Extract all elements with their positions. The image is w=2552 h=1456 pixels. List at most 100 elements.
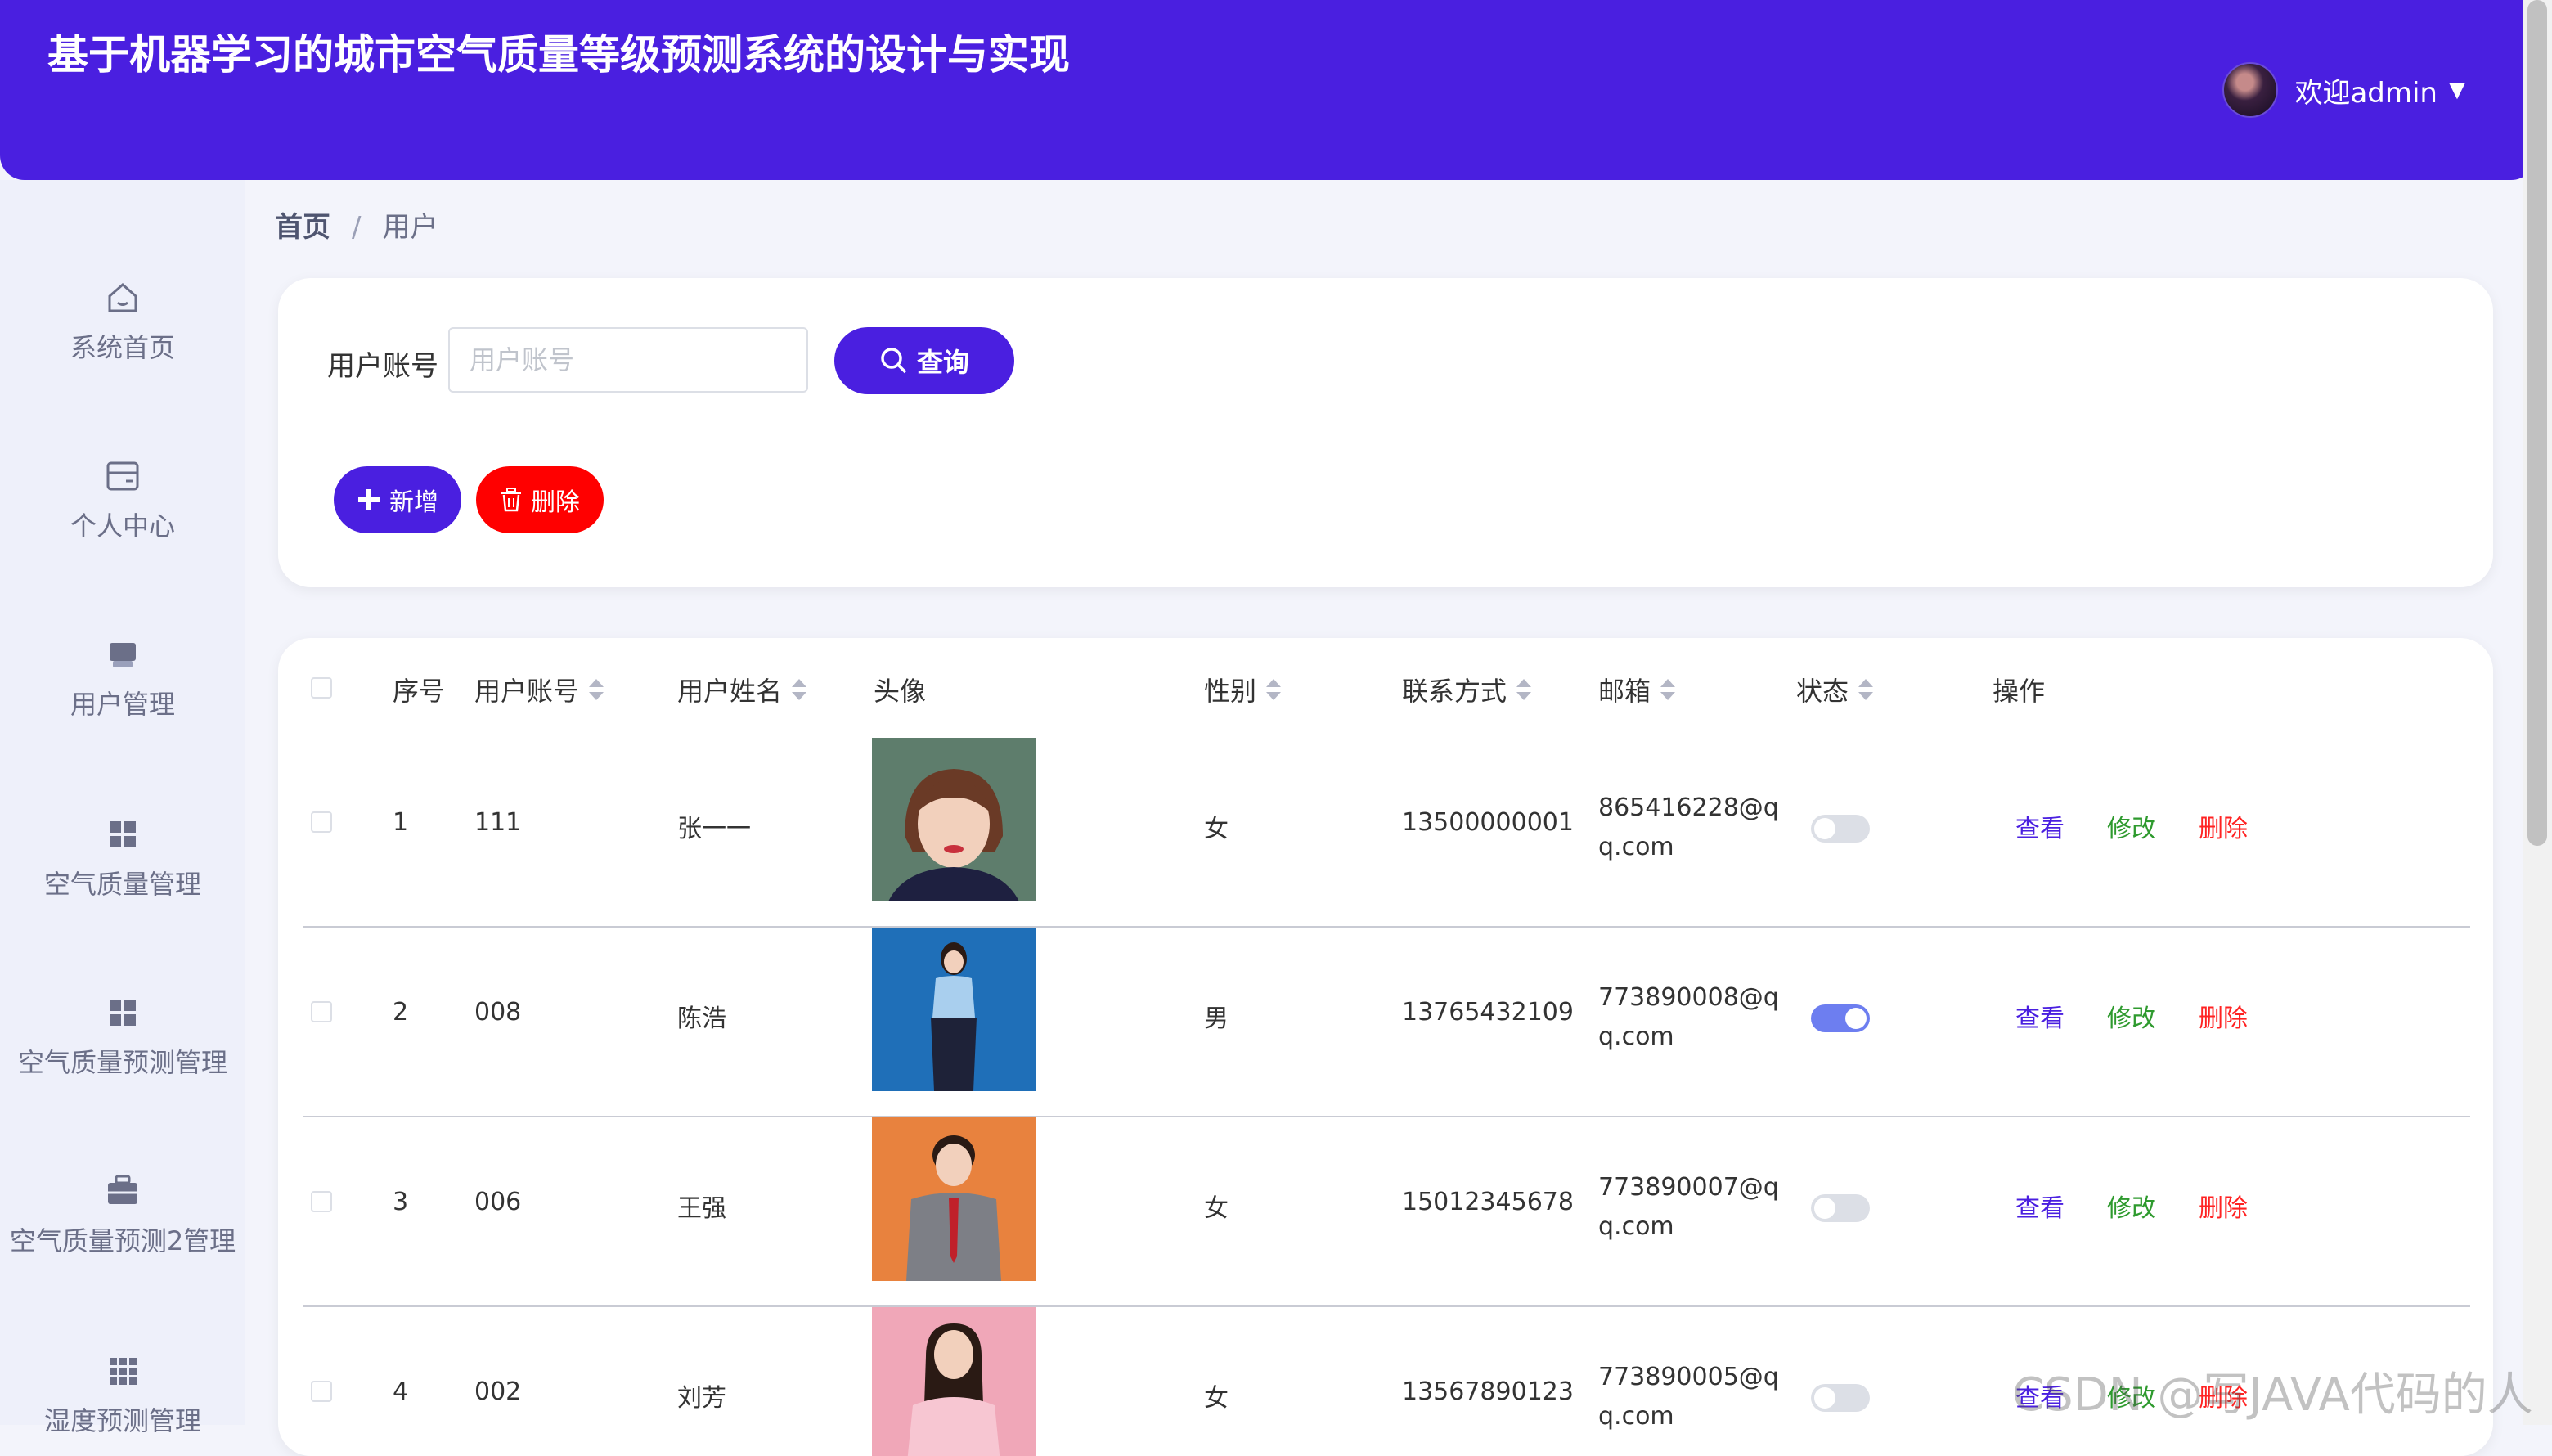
sidebar-item-profile[interactable]: 个人中心 xyxy=(0,456,245,543)
search-icon xyxy=(881,348,907,374)
cell-index: 3 xyxy=(393,1188,409,1216)
cell-gender: 女 xyxy=(1204,815,1229,843)
status-switch[interactable] xyxy=(1811,815,1870,843)
home-icon xyxy=(0,278,245,324)
card-icon xyxy=(0,456,245,502)
cell-name: 王强 xyxy=(677,1194,726,1223)
avatar-image xyxy=(872,738,1036,901)
query-button[interactable]: 查询 xyxy=(834,327,1014,394)
row-checkbox[interactable] xyxy=(311,1191,332,1212)
user-icon xyxy=(0,635,245,681)
breadcrumb-home[interactable]: 首页 xyxy=(275,211,330,244)
user-table: 序号 用户账号 用户姓名 头像 性别 联系方式 邮箱 状态 操作 1 111 张… xyxy=(278,638,2493,1456)
edit-button[interactable]: 修改 xyxy=(2107,808,2156,844)
add-button[interactable]: 新增 xyxy=(334,466,461,533)
breadcrumb-separator: / xyxy=(352,211,362,244)
cell-index: 1 xyxy=(393,808,409,837)
status-switch[interactable] xyxy=(1811,1004,1870,1032)
cell-phone: 15012345678 xyxy=(1402,1188,1574,1216)
sidebar-item-humidity-prediction[interactable]: 湿度预测管理 xyxy=(0,1351,245,1438)
search-label: 用户账号 xyxy=(327,350,438,383)
column-header-account[interactable]: 用户账号 xyxy=(474,671,604,708)
caret-down-icon: ▼ xyxy=(2449,78,2465,102)
cell-gender: 女 xyxy=(1204,1384,1229,1413)
cell-account: 002 xyxy=(474,1377,522,1406)
search-panel: 用户账号 查询 新增 删除 xyxy=(278,278,2493,587)
avatar-image xyxy=(872,1117,1036,1281)
sidebar-item-users[interactable]: 用户管理 xyxy=(0,635,245,721)
cell-gender: 男 xyxy=(1204,1004,1229,1033)
cell-account: 006 xyxy=(474,1188,522,1216)
column-header-gender[interactable]: 性别 xyxy=(1204,671,1282,708)
table-row: 3 006 王强 女 15012345678 773890007@qq.com … xyxy=(303,1117,2470,1307)
cell-email: 865416228@qq.com xyxy=(1598,793,1779,861)
delete-button[interactable]: 删除 xyxy=(2199,808,2248,844)
sidebar-item-label: 空气质量预测2管理 xyxy=(9,1225,236,1256)
avatar-image xyxy=(872,928,1036,1091)
column-header-name[interactable]: 用户姓名 xyxy=(677,671,807,708)
delete-button[interactable]: 删除 xyxy=(2199,998,2248,1034)
account-search-input[interactable] xyxy=(448,327,808,393)
row-checkbox[interactable] xyxy=(311,1381,332,1402)
status-switch[interactable] xyxy=(1811,1384,1870,1412)
sort-icon[interactable] xyxy=(1858,677,1874,702)
sidebar-item-air-quality[interactable]: 空气质量管理 xyxy=(0,815,245,901)
edit-button[interactable]: 修改 xyxy=(2107,998,2156,1034)
edit-button[interactable]: 修改 xyxy=(2107,1188,2156,1224)
row-checkbox[interactable] xyxy=(311,811,332,833)
sort-icon[interactable] xyxy=(1660,677,1676,702)
sort-icon[interactable] xyxy=(1516,677,1532,702)
row-checkbox[interactable] xyxy=(311,1001,332,1022)
cell-gender: 女 xyxy=(1204,1194,1229,1223)
cell-phone: 13500000001 xyxy=(1402,808,1574,837)
top-header: 基于机器学习的城市空气质量等级预测系统的设计与实现 欢迎admin ▼ xyxy=(0,0,2536,180)
column-header-email[interactable]: 邮箱 xyxy=(1598,671,1676,708)
breadcrumb-current: 用户 xyxy=(382,211,438,244)
cell-phone: 13567890123 xyxy=(1402,1377,1574,1406)
column-header-index: 序号 xyxy=(393,676,446,707)
sidebar-item-air-quality-prediction[interactable]: 空气质量预测管理 xyxy=(0,993,245,1080)
view-button[interactable]: 查看 xyxy=(2015,808,2065,844)
cell-phone: 13765432109 xyxy=(1402,998,1574,1027)
batch-delete-button[interactable]: 删除 xyxy=(476,466,604,533)
view-button[interactable]: 查看 xyxy=(2015,998,2065,1034)
page-title: 基于机器学习的城市空气质量等级预测系统的设计与实现 xyxy=(47,31,1070,79)
trash-icon xyxy=(501,488,521,512)
cell-index: 2 xyxy=(393,998,409,1027)
cell-email: 773890008@qq.com xyxy=(1598,983,1779,1051)
column-header-actions: 操作 xyxy=(1993,676,2046,707)
welcome-text: 欢迎admin xyxy=(2294,76,2437,110)
sort-icon[interactable] xyxy=(1266,677,1282,702)
scrollbar-thumb[interactable] xyxy=(2527,0,2547,846)
grid-icon xyxy=(0,993,245,1039)
sort-icon[interactable] xyxy=(792,677,807,702)
cell-account: 111 xyxy=(474,808,522,837)
avatar-image xyxy=(872,1307,1036,1456)
sidebar-item-label: 空气质量预测管理 xyxy=(17,1047,227,1078)
view-button[interactable]: 查看 xyxy=(2015,1188,2065,1224)
table-row: 2 008 陈浩 男 13765432109 773890008@qq.com … xyxy=(303,928,2470,1117)
delete-button[interactable]: 删除 xyxy=(2199,1188,2248,1224)
sidebar-item-air-quality-prediction-2[interactable]: 空气质量预测2管理 xyxy=(0,1171,245,1258)
vertical-scrollbar[interactable] xyxy=(2523,0,2552,1425)
sidebar: 系统首页 个人中心 用户管理 空气质量管理 空气质量预测管理 空气质量预测2管理 xyxy=(0,180,245,1436)
column-header-phone[interactable]: 联系方式 xyxy=(1402,671,1532,708)
sidebar-item-label: 用户管理 xyxy=(70,689,175,720)
cell-index: 4 xyxy=(393,1377,409,1406)
sidebar-item-label: 系统首页 xyxy=(70,332,175,363)
briefcase-icon xyxy=(0,1171,245,1217)
sort-icon[interactable] xyxy=(589,677,604,702)
sidebar-item-label: 个人中心 xyxy=(70,510,175,542)
user-menu[interactable]: 欢迎admin ▼ xyxy=(2222,62,2465,118)
grid-icon xyxy=(0,815,245,861)
status-switch[interactable] xyxy=(1811,1194,1870,1222)
column-header-status[interactable]: 状态 xyxy=(1796,671,1874,708)
cell-email: 773890007@qq.com xyxy=(1598,1173,1779,1241)
plus-icon xyxy=(358,489,380,510)
select-all-checkbox[interactable] xyxy=(311,677,332,699)
query-button-label: 查询 xyxy=(916,347,969,378)
sidebar-item-home[interactable]: 系统首页 xyxy=(0,278,245,365)
breadcrumb: 首页 / 用户 xyxy=(275,204,438,245)
avatar xyxy=(2222,62,2279,118)
cell-name: 张一一 xyxy=(677,815,751,843)
